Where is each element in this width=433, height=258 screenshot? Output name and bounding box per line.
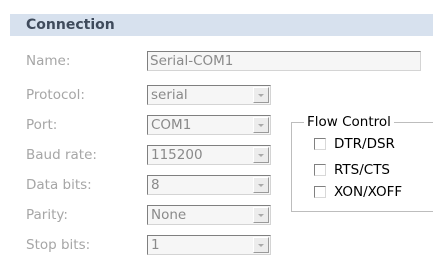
chevron-down-icon [258,94,264,97]
name-label: Name: [26,53,71,69]
connection-panel: Connection Name: Serial-COM1 Protocol: s… [0,0,433,258]
baud-rate-select[interactable]: 115200 [147,145,271,165]
baud-rate-dropdown-button[interactable] [253,147,269,163]
port-value: COM1 [151,117,192,133]
stop-bits-select[interactable]: 1 [147,235,271,255]
dtr-dsr-checkbox[interactable] [314,138,326,150]
port-dropdown-button[interactable] [253,117,269,133]
flow-control-title: Flow Control [304,113,394,131]
xon-xoff-checkbox[interactable] [314,186,326,198]
protocol-dropdown-button[interactable] [253,87,269,103]
stop-bits-dropdown-button[interactable] [253,237,269,253]
port-select[interactable]: COM1 [147,115,271,135]
chevron-down-icon [258,184,264,187]
stop-bits-label: Stop bits: [26,237,91,253]
baud-rate-label: Baud rate: [26,147,97,163]
name-field[interactable]: Serial-COM1 [147,51,421,71]
dtr-dsr-label: DTR/DSR [334,136,395,152]
parity-select[interactable]: None [147,205,271,225]
data-bits-value: 8 [151,177,160,193]
stop-bits-value: 1 [151,237,160,253]
port-label: Port: [26,117,58,133]
protocol-label: Protocol: [26,87,85,103]
parity-label: Parity: [26,207,68,223]
rts-cts-checkbox[interactable] [314,164,326,176]
chevron-down-icon [258,214,264,217]
baud-rate-value: 115200 [151,147,203,163]
data-bits-select[interactable]: 8 [147,175,271,195]
data-bits-dropdown-button[interactable] [253,177,269,193]
data-bits-label: Data bits: [26,177,92,193]
protocol-value: serial [151,87,188,103]
section-title: Connection [26,17,115,33]
parity-dropdown-button[interactable] [253,207,269,223]
xon-xoff-label: XON/XOFF [334,184,403,200]
protocol-select[interactable]: serial [147,85,271,105]
chevron-down-icon [258,154,264,157]
parity-value: None [151,207,187,223]
rts-cts-label: RTS/CTS [334,162,391,178]
chevron-down-icon [258,124,264,127]
chevron-down-icon [258,244,264,247]
